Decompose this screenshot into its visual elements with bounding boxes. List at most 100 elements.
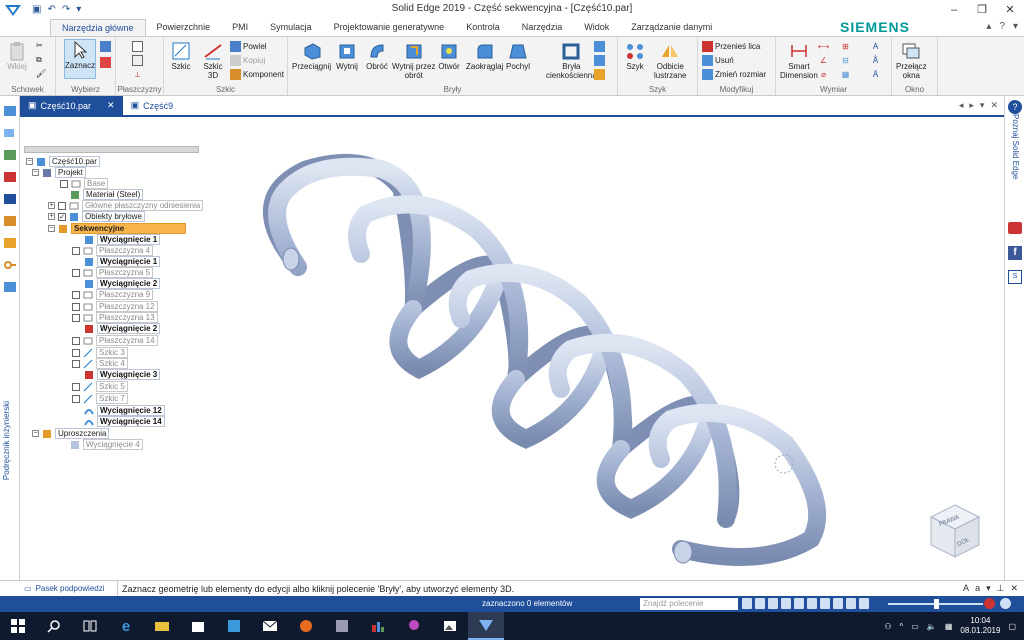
plane-icon[interactable] xyxy=(132,41,143,52)
command-finder-go-icon[interactable] xyxy=(742,598,752,609)
facebook-icon[interactable]: f xyxy=(1008,246,1022,260)
resize-button[interactable]: Zmień rozmiar xyxy=(702,69,766,80)
tree-seq-item[interactable]: Płaszczyzna 14 xyxy=(72,335,158,346)
customize-icon[interactable]: ▾ xyxy=(76,4,81,15)
tree-seq-item[interactable]: Szkic 7 xyxy=(72,393,128,404)
round-button[interactable]: Zaokrąglaj xyxy=(466,41,503,71)
tab-generative[interactable]: Projektowanie generatywne xyxy=(323,19,456,36)
format-painter-icon[interactable]: 🖌 xyxy=(36,69,46,78)
tree-seq-item[interactable]: Wyciągnięcie 1 xyxy=(84,256,161,267)
text-icon-3[interactable]: Ä xyxy=(870,69,881,80)
app-icon-1[interactable] xyxy=(324,612,360,640)
component-button[interactable]: Komponent xyxy=(230,69,284,80)
visibility-checkbox[interactable] xyxy=(72,336,80,345)
loft-icon[interactable] xyxy=(594,55,605,66)
ribbon-minimize-icon[interactable]: ▴ xyxy=(986,21,991,32)
select-tools-icon[interactable] xyxy=(100,57,111,68)
select-filter-icon[interactable] xyxy=(100,41,111,52)
help-status-icon[interactable] xyxy=(1000,598,1011,609)
learn-icon[interactable]: ? xyxy=(1008,100,1022,114)
tree-seq-item[interactable]: Wyciągnięcie 14 xyxy=(84,416,165,427)
key-tab-icon[interactable] xyxy=(2,258,18,272)
file-explorer-icon[interactable] xyxy=(144,612,180,640)
cut-icon[interactable]: ✂ xyxy=(36,41,43,50)
edge-browser-icon[interactable]: e xyxy=(108,612,144,640)
layers-tab-icon[interactable] xyxy=(2,126,18,140)
dim-icon-2[interactable]: ∠ xyxy=(818,55,829,66)
collapse-icon[interactable]: − xyxy=(48,225,55,232)
sketch-button[interactable]: Szkic xyxy=(170,41,192,71)
learn-solid-edge-label[interactable]: Poznaj Solid Edge xyxy=(1011,114,1020,179)
task-view-icon[interactable] xyxy=(72,612,108,640)
language-icon[interactable]: ▦ xyxy=(945,622,953,631)
switch-windows-button[interactable]: Przełącz okna xyxy=(896,41,927,80)
tray-expand-icon[interactable]: ^ xyxy=(900,622,904,631)
pathfinder-tab-icon[interactable] xyxy=(2,104,18,118)
zoom-area-icon[interactable] xyxy=(768,598,778,609)
tree-seq-item[interactable]: Płaszczyzna 5 xyxy=(72,267,154,278)
tree-simplify[interactable]: − Uproszczenia xyxy=(32,428,110,439)
extrude-button[interactable]: Przeciągnij xyxy=(292,41,331,71)
volume-icon[interactable]: 🔈 xyxy=(927,622,937,631)
network-icon[interactable]: ▭ xyxy=(911,622,919,631)
tree-seq-item[interactable]: Szkic 3 xyxy=(72,347,128,358)
options-icon[interactable]: ▾ xyxy=(1013,21,1018,32)
tree-item-reference-planes[interactable]: + Główne płaszczyzny odniesienia xyxy=(48,200,204,211)
search-icon[interactable] xyxy=(36,612,72,640)
dim-icon-4[interactable]: ⊞ xyxy=(840,41,851,52)
pathfinder-grip[interactable] xyxy=(24,146,199,153)
close-button[interactable]: ✕ xyxy=(996,0,1024,19)
plane-offset-icon[interactable] xyxy=(132,55,143,66)
dim-icon-6[interactable]: ▦ xyxy=(840,69,851,80)
expand-icon[interactable]: + xyxy=(48,213,55,220)
save-icon[interactable]: ▣ xyxy=(32,4,41,15)
render-icon[interactable] xyxy=(846,598,856,609)
engineering-reference-icon[interactable] xyxy=(2,280,18,294)
command-finder-input[interactable]: Znajdź polecenie xyxy=(640,598,738,610)
visibility-checkbox[interactable]: ✓ xyxy=(58,212,66,221)
tree-seq-item[interactable]: Szkic 5 xyxy=(72,381,128,392)
tree-seq-item[interactable]: Płaszczyzna 9 xyxy=(72,289,154,300)
reuse-tab-icon[interactable] xyxy=(2,236,18,250)
replicate-button[interactable]: Powiel xyxy=(230,41,267,52)
revolve-button[interactable]: Obróć xyxy=(366,41,388,71)
windows-start-icon[interactable] xyxy=(0,612,36,640)
delete-faces-button[interactable]: Usuń xyxy=(702,55,734,66)
tree-project[interactable]: − Projekt xyxy=(32,167,86,178)
visibility-checkbox[interactable] xyxy=(72,382,80,391)
image-viewer-icon[interactable] xyxy=(432,612,468,640)
cut-button[interactable]: Wytnij xyxy=(336,41,358,71)
clock[interactable]: 10:04 08.01.2019 xyxy=(960,616,1000,636)
more-solids-icon[interactable] xyxy=(594,69,605,80)
features-tab-icon[interactable] xyxy=(2,148,18,162)
tree-seq-item[interactable]: Wyciągnięcie 1 xyxy=(84,234,161,245)
minimize-button[interactable]: – xyxy=(940,0,968,19)
dim-icon-5[interactable]: ⊟ xyxy=(840,55,851,66)
close-tab-icon[interactable]: ✕ xyxy=(107,100,115,111)
tree-seq-item[interactable]: Wyciągnięcie 2 xyxy=(84,323,161,334)
copy-icon[interactable]: ⧉ xyxy=(36,55,42,65)
tree-seq-item[interactable]: Szkic 4 xyxy=(72,358,128,369)
smart-dimension-button[interactable]: Smart Dimension xyxy=(780,41,818,80)
mail-icon[interactable] xyxy=(252,612,288,640)
expand-icon[interactable]: + xyxy=(48,202,55,209)
notifications-icon[interactable]: ▢ xyxy=(1008,622,1016,631)
tab-view[interactable]: Widok xyxy=(573,19,620,36)
solid-edge-logo-icon[interactable] xyxy=(0,0,26,19)
library-tab-icon[interactable] xyxy=(2,214,18,228)
tab-pmi[interactable]: PMI xyxy=(221,19,259,36)
app-icon-2[interactable] xyxy=(360,612,396,640)
tab-home[interactable]: Narzędzia główne xyxy=(50,19,146,36)
sweep-icon[interactable] xyxy=(594,41,605,52)
close-prompt-icon[interactable]: ✕ xyxy=(1010,583,1018,594)
solid-edge-taskbar-icon[interactable] xyxy=(468,612,504,640)
maximize-button[interactable]: ❐ xyxy=(968,0,996,19)
tab-simulation[interactable]: Symulacja xyxy=(259,19,323,36)
visibility-checkbox[interactable] xyxy=(72,246,80,255)
firefox-icon[interactable] xyxy=(288,612,324,640)
revolved-cut-button[interactable]: Wytnij przez obrót xyxy=(392,41,436,80)
hole-button[interactable]: Otwór xyxy=(438,41,460,71)
options-icon[interactable]: ▾ xyxy=(986,583,991,594)
tree-item-material[interactable]: Materiał (Steel) xyxy=(70,189,144,200)
coordinate-system-icon[interactable]: ⟂ xyxy=(132,69,143,80)
